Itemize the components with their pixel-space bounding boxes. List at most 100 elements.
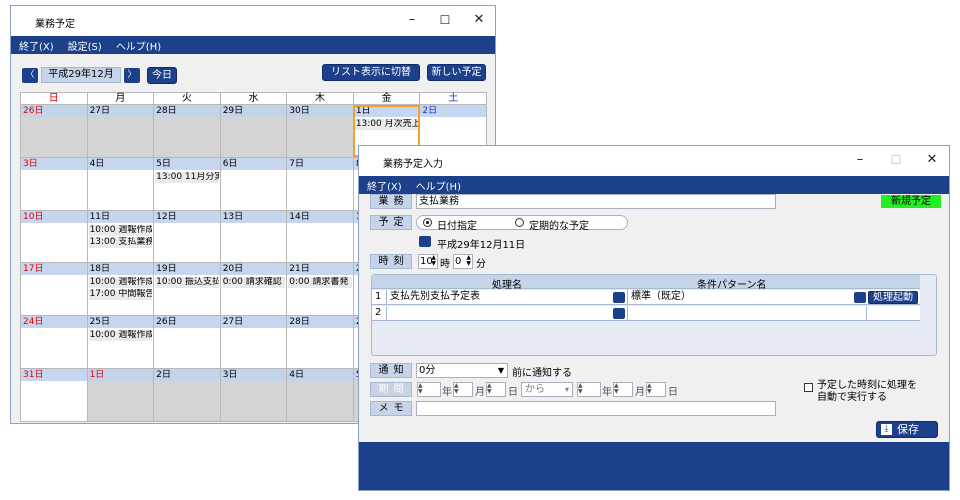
period-stepper[interactable]: ▲ ▼ [613,382,633,397]
process-select-icon[interactable] [613,292,625,303]
calendar-day-cell[interactable]: 20日 0:00 請求確認 [219,262,288,317]
calendar-day-cell[interactable]: 27日 [86,104,155,158]
day-number: 3日 [220,369,287,382]
prev-month-button[interactable]: 〈 [22,68,38,83]
maximize-icon[interactable]: ☐ [437,12,453,28]
calendar-day-cell[interactable]: 24日 [20,315,88,370]
calendar-day-cell[interactable]: 7日 [286,156,354,211]
calendar-day-cell[interactable]: 4日 [286,368,354,422]
entry-window-title: 業務予定入力 [383,159,443,170]
hour-stepper[interactable]: 10 ▲ ▼ [418,254,438,269]
calendar-day-cell[interactable]: 2日 [153,368,221,422]
calendar-event[interactable]: 10:00 週報作成 [88,330,153,342]
table-row[interactable]: 2 [372,306,920,321]
process-select-icon[interactable] [613,308,625,319]
calendar-day-cell[interactable]: 29日 [219,104,288,158]
chevron-down-icon: ▾ [564,385,569,394]
calendar-day-cell[interactable]: 31日 [20,368,88,422]
maximize-icon: ☐ [890,153,902,167]
stepper-arrows-icon[interactable]: ▲ ▼ [647,383,652,395]
run-process-button[interactable]: 処理起動 [868,291,918,304]
menu-help[interactable]: ヘルプ(H) [416,178,461,193]
calendar-day-cell[interactable]: 4日 [86,156,155,211]
new-schedule-button[interactable]: 新しい予定 [427,64,486,81]
calendar-day-cell[interactable]: 3日 [219,368,288,422]
next-month-button[interactable]: 〉 [124,68,140,83]
menu-exit[interactable]: 終了(X) [19,38,54,53]
calendar-day-cell[interactable]: 25日 10:00 週報作成 [86,315,155,370]
stepper-arrows-icon[interactable]: ▲ ▼ [614,383,619,395]
calendar-day-cell[interactable]: 1日 [86,368,155,422]
calendar-picker-icon[interactable] [419,236,431,247]
list-view-button[interactable]: リスト表示に切替 [322,64,420,81]
task-input[interactable]: 支払業務 [416,194,776,209]
minimize-icon[interactable]: – [404,12,420,28]
period-range-select[interactable]: から ▾ [521,382,573,397]
calendar-day-cell[interactable]: 26日 [153,315,221,370]
save-button[interactable]: ⤓ 保存 [876,421,938,438]
calendar-day-cell[interactable]: 18日 10:00 週報作成 17:00 中間報告 [86,262,155,317]
calendar-day-cell[interactable]: 11日 10:00 週報作成 13:00 支払業務 [86,209,155,264]
memo-input[interactable] [416,401,776,416]
today-button[interactable]: 今日 [147,67,177,84]
stepper-arrows-icon[interactable]: ▲ ▼ [418,383,423,395]
period-stepper[interactable]: ▲ ▼ [646,382,666,397]
close-icon[interactable]: ✕ [924,152,940,168]
calendar-day-cell[interactable]: 28日 [153,104,221,158]
calendar-event[interactable]: 13:00 支払業務 [88,236,153,248]
pattern-name-cell[interactable]: 標準（既定） [627,290,852,304]
menu-help[interactable]: ヘルプ(H) [116,38,161,53]
day-number: 31日 [21,369,87,382]
calendar-day-cell[interactable]: 13日 [219,209,288,264]
stepper-arrows-icon[interactable]: ▲ ▼ [487,383,492,395]
period-stepper[interactable]: ▲ ▼ [577,382,601,397]
stepper-arrows-icon[interactable]: ▲ ▼ [454,383,459,395]
pattern-name-cell[interactable] [627,306,867,320]
calendar-day-cell[interactable]: 17日 [20,262,88,317]
calendar-day-cell[interactable]: 30日 [286,104,354,158]
calendar-event[interactable]: 10:00 週報作成 [88,224,153,236]
radio-periodic-icon[interactable] [515,218,524,227]
radio-date-label: 日付指定 [437,221,477,232]
period-stepper[interactable]: ▲ ▼ [453,382,473,397]
calendar-event[interactable]: 0:00 請求確認 [221,277,286,289]
calendar-day-cell[interactable]: 10日 [20,209,88,264]
table-row[interactable]: 1 支払先別支払予定表 標準（既定） 処理起動 [372,290,920,305]
calendar-day-cell[interactable]: 27日 [219,315,288,370]
stepper-arrows-icon[interactable]: ▲ ▼ [466,255,471,267]
weekday-header: 土 [419,92,487,105]
calendar-day-cell[interactable]: 6日 [219,156,288,211]
process-name-cell[interactable]: 支払先別支払予定表 [386,290,611,304]
auto-run-checkbox[interactable] [804,383,813,392]
process-name-cell[interactable] [386,306,611,320]
calendar-day-cell[interactable]: 12日 [153,209,221,264]
calendar-event[interactable]: 10:00 週報作成 [88,277,153,289]
calendar-event[interactable]: 13:00 11月分実 [155,171,219,183]
calendar-day-cell[interactable]: 5日 13:00 11月分実 [153,156,221,211]
close-icon[interactable]: ✕ [471,12,487,28]
calendar-event[interactable]: 17:00 中間報告 [88,289,153,301]
period-stepper[interactable]: ▲ ▼ [486,382,506,397]
day-number: 17日 [21,263,87,276]
calendar-event[interactable]: 10:00 振込支払 [155,277,219,289]
calendar-event[interactable]: 0:00 請求書発 [288,277,352,289]
calendar-event[interactable]: 13:00 月次売上 [354,119,419,130]
menu-exit[interactable]: 終了(X) [367,178,402,193]
menu-settings[interactable]: 設定(S) [68,38,102,53]
pattern-select-icon[interactable] [854,292,866,303]
calendar-day-cell[interactable]: 3日 [20,156,88,211]
minute-stepper[interactable]: 0 ▲ ▼ [453,254,473,269]
calendar-day-cell[interactable]: 21日 0:00 請求書発 [286,262,354,317]
calendar-day-cell[interactable]: 19日 10:00 振込支払 [153,262,221,317]
calendar-day-cell[interactable]: 28日 [286,315,354,370]
minimize-icon[interactable]: – [852,152,868,168]
period-stepper[interactable]: ▲ ▼ [417,382,441,397]
stepper-arrows-icon[interactable]: ▲ ▼ [578,383,583,395]
radio-date-selected-icon[interactable] [423,218,432,227]
period-fields: ▲ ▼ 年 ▲ ▼ 月 ▲ ▼ 日から ▾ ▲ ▼ 年 ▲ ▼ 月 ▲ ▼ 日 [417,382,687,398]
calendar-day-cell[interactable]: 14日 [286,209,354,264]
period-unit: 年 [442,387,452,398]
calendar-day-cell[interactable]: 26日 [20,104,88,158]
notify-select[interactable]: 0分 ▼ [416,363,508,378]
stepper-arrows-icon[interactable]: ▲ ▼ [431,255,436,267]
